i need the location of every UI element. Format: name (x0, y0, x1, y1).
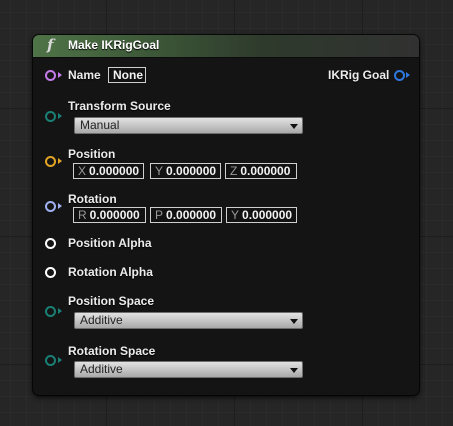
rotation-pin-icon[interactable] (45, 201, 56, 212)
name-pin-icon[interactable] (45, 70, 56, 81)
position-x-field[interactable]: X 0.000000 (73, 163, 144, 179)
position-z-field[interactable]: Z 0.000000 (225, 163, 297, 179)
position-pin-arrow-icon (58, 158, 62, 164)
position-y-field[interactable]: Y 0.000000 (150, 163, 221, 179)
position-alpha-label: Position Alpha (68, 236, 152, 250)
rotation-pin-arrow-icon (58, 203, 62, 209)
make-ikrig-goal-node[interactable]: f Make IKRigGoal Name None IKRig Goal Tr… (33, 35, 419, 395)
position-label: Position (68, 147, 116, 161)
position-space-pin-icon[interactable] (45, 306, 56, 317)
rotation-alpha-pin-icon[interactable] (45, 267, 56, 278)
transform-source-pin-icon[interactable] (45, 111, 56, 122)
position-pin-icon[interactable] (45, 156, 56, 167)
rotation-alpha-label: Rotation Alpha (68, 265, 153, 279)
rotation-space-pin-icon[interactable] (45, 355, 56, 366)
rotation-space-dropdown[interactable]: Additive (74, 361, 303, 378)
position-space-label: Position Space (68, 294, 155, 308)
position-space-value: Additive (80, 313, 123, 327)
name-pin-arrow-icon (58, 72, 62, 78)
rotation-pitch-field[interactable]: P 0.000000 (150, 207, 222, 223)
rotation-roll-field[interactable]: R 0.000000 (73, 207, 146, 223)
ikrig-goal-output-label: IKRig Goal (328, 68, 390, 82)
rotation-space-value: Additive (80, 362, 123, 376)
transform-source-dropdown[interactable]: Manual (74, 117, 303, 134)
node-title: Make IKRigGoal (68, 38, 160, 52)
name-field[interactable]: None (108, 67, 146, 83)
rotation-yaw-field[interactable]: Y 0.000000 (226, 207, 297, 223)
rotation-space-label: Rotation Space (68, 344, 156, 358)
position-space-pin-arrow-icon (58, 308, 62, 314)
ikrig-goal-output-pin-icon[interactable] (394, 70, 405, 81)
position-alpha-pin-icon[interactable] (45, 238, 56, 249)
chevron-down-icon (290, 368, 298, 373)
function-icon: f (47, 36, 54, 54)
name-label: Name (68, 68, 101, 82)
rotation-space-pin-arrow-icon (58, 357, 62, 363)
transform-source-pin-arrow-icon (58, 113, 62, 119)
chevron-down-icon (290, 319, 298, 324)
position-space-dropdown[interactable]: Additive (74, 312, 303, 329)
node-header[interactable]: f Make IKRigGoal (33, 35, 419, 58)
chevron-down-icon (290, 124, 298, 129)
rotation-label: Rotation (68, 192, 117, 206)
transform-source-label: Transform Source (68, 99, 171, 113)
output-pin-arrow-icon (406, 72, 410, 78)
transform-source-value: Manual (80, 118, 120, 132)
